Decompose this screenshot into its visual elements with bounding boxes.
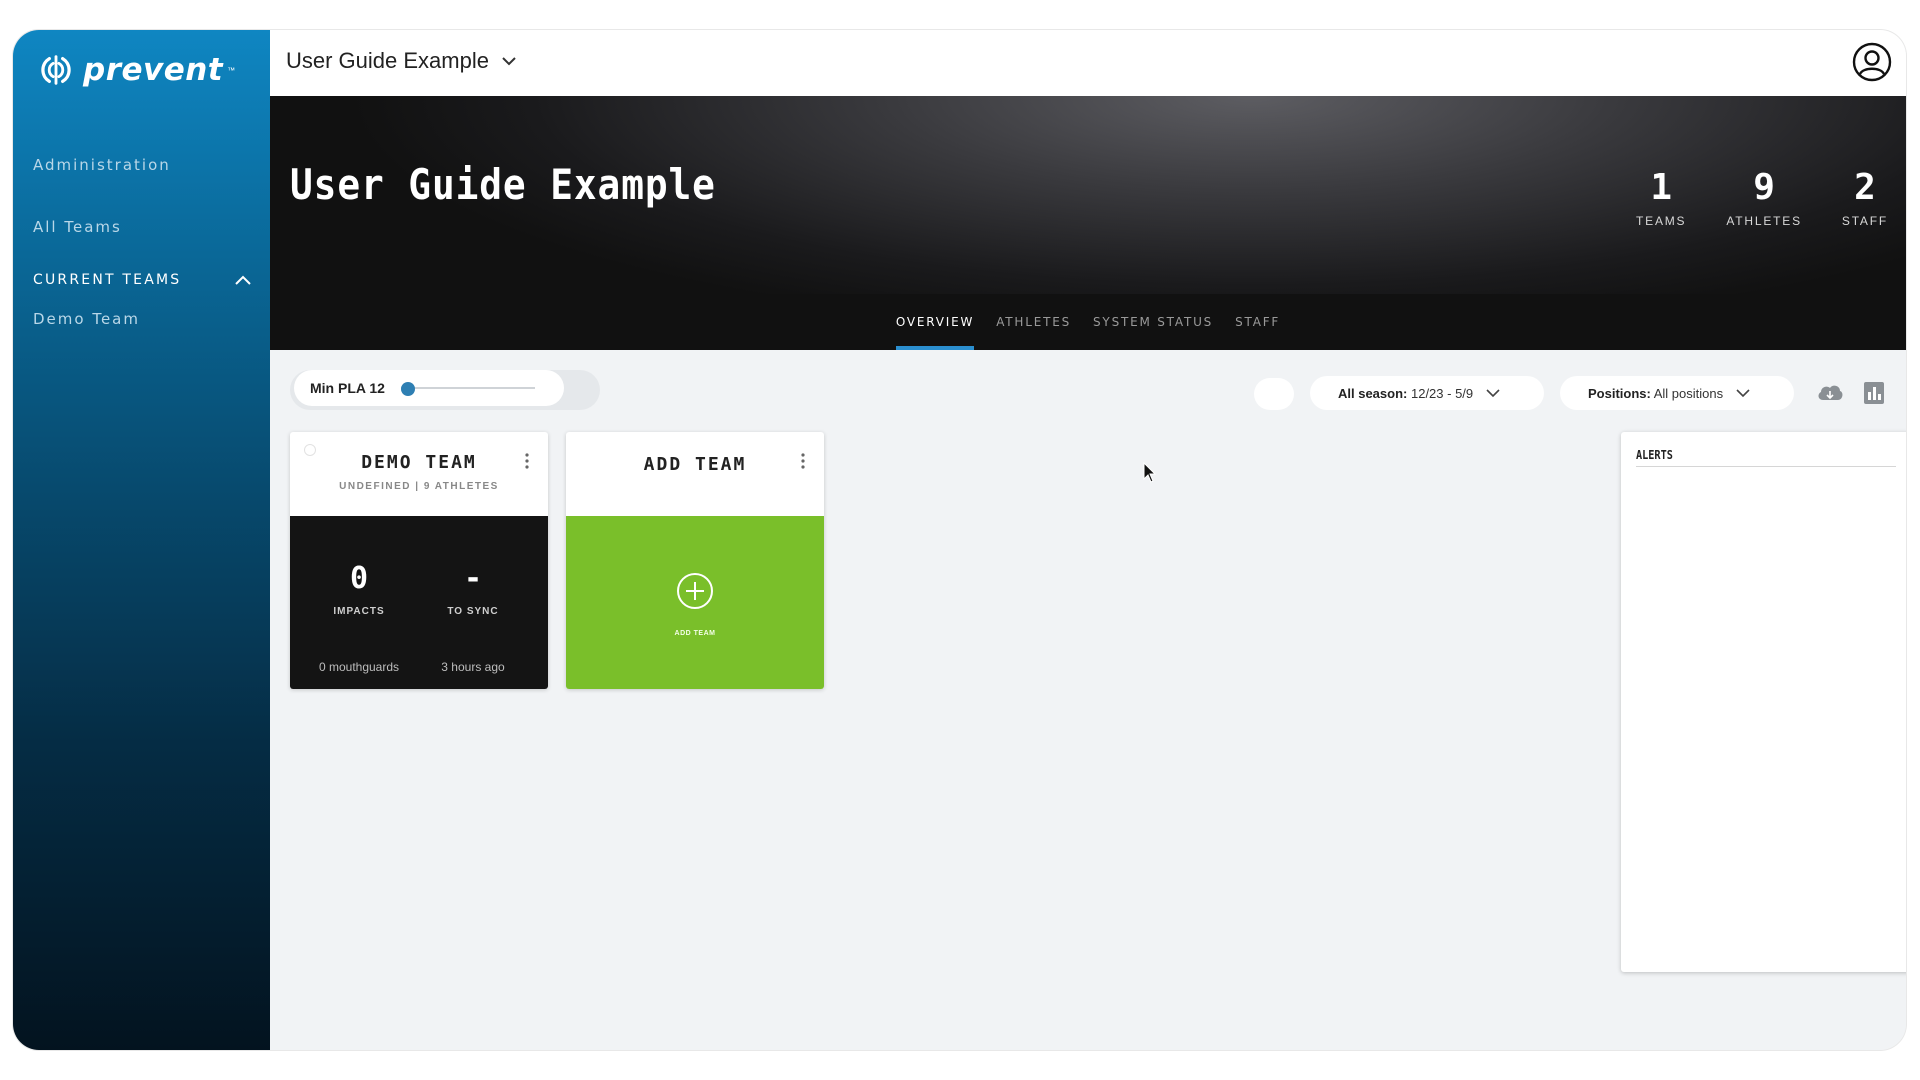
app-frame: prevent ™ Administration All Teams CURRE… [13, 30, 1906, 1050]
stat-value: 1 [1650, 167, 1673, 208]
metric-value: 0 [349, 561, 369, 596]
main-content: Min PLA 12 All season: 12/23 - 5/9 Posit… [270, 350, 1906, 1050]
sidebar-section-label: CURRENT TEAMS [33, 272, 182, 288]
logo-trademark: ™ [227, 65, 236, 75]
positions-filter[interactable]: Positions: All positions [1560, 376, 1794, 410]
team-selector-label: User Guide Example [286, 48, 489, 73]
prevent-logo-icon [41, 55, 71, 85]
hero-banner: User Guide Example 1 TEAMS 9 ATHLETES 2 … [270, 96, 1906, 294]
page-title: User Guide Example [290, 160, 716, 209]
add-team-card[interactable]: ADD TEAM ADD TEAM [566, 432, 824, 689]
season-filter[interactable]: All season: 12/23 - 5/9 [1310, 376, 1544, 410]
plus-circle-icon [677, 573, 713, 609]
team-card-subtitle: UNDEFINED | 9 ATHLETES [339, 481, 499, 492]
team-selector[interactable]: User Guide Example [286, 48, 517, 74]
alerts-title: ALERTS [1636, 448, 1673, 462]
topbar: User Guide Example [270, 30, 1906, 96]
stat-label: STAFF [1841, 214, 1888, 228]
stat-staff: 2 STAFF [1841, 167, 1888, 229]
chevron-up-icon[interactable] [235, 275, 251, 285]
sidebar: prevent ™ Administration All Teams CURRE… [13, 30, 270, 1050]
stat-teams: 1 TEAMS [1636, 167, 1687, 229]
positions-filter-value: All positions [1653, 385, 1724, 401]
stat-value: 9 [1753, 167, 1775, 208]
tab-system-status[interactable]: SYSTEM STATUS [1093, 294, 1213, 350]
bar-chart-icon[interactable] [1859, 380, 1889, 406]
sidebar-item-demo-team[interactable]: Demo Team [33, 310, 140, 328]
min-pla-slider[interactable] [400, 382, 535, 396]
logo-text: prevent [83, 52, 224, 88]
tab-athletes[interactable]: ATHLETES [996, 294, 1071, 350]
last-sync-time: 3 hours ago [441, 660, 505, 674]
min-pla-label: Min PLA 12 [310, 380, 385, 396]
tab-overview[interactable]: OVERVIEW [895, 294, 975, 350]
stat-label: ATHLETES [1726, 214, 1802, 228]
sidebar-section-current-teams[interactable]: CURRENT TEAMS [33, 272, 251, 288]
tab-bar: OVERVIEW ATHLETES SYSTEM STATUS STAFF [270, 294, 1906, 350]
cloud-download-icon[interactable] [1815, 380, 1845, 406]
alerts-panel: ALERTS [1621, 432, 1906, 972]
chevron-down-icon [1486, 389, 1500, 398]
stat-value: 2 [1854, 167, 1876, 208]
slider-track[interactable] [400, 387, 535, 389]
sidebar-item-all-teams[interactable]: All Teams [33, 218, 122, 236]
season-filter-value: 12/23 - 5/9 [1410, 385, 1474, 401]
team-card-title: DEMO TEAM [361, 452, 477, 473]
chevron-down-icon [502, 57, 516, 66]
tab-staff[interactable]: STAFF [1235, 294, 1280, 350]
alerts-divider [1636, 466, 1896, 467]
metric-value: - [463, 561, 483, 596]
kebab-menu-icon[interactable] [524, 452, 530, 470]
stat-athletes: 9 ATHLETES [1726, 167, 1802, 229]
slider-handle[interactable] [400, 382, 415, 396]
filter-placeholder[interactable] [1254, 378, 1294, 410]
team-card-stats: 0 IMPACTS - TO SYNC 0 mouthguards 3 hour… [290, 516, 548, 689]
mouse-cursor-icon [1143, 462, 1157, 483]
chevron-down-icon [1736, 389, 1750, 398]
kebab-menu-icon[interactable] [800, 452, 806, 470]
metric-to-sync: - TO SYNC [418, 561, 528, 618]
add-team-button-label: ADD TEAM [674, 630, 716, 637]
add-team-title: ADD TEAM [643, 454, 747, 475]
season-filter-label: All season: [1338, 385, 1408, 401]
positions-filter-label: Positions: [1588, 385, 1651, 401]
metric-label: TO SYNC [447, 606, 499, 617]
team-card-demo[interactable]: DEMO TEAM UNDEFINED | 9 ATHLETES 0 IMPAC… [290, 432, 548, 689]
stat-label: TEAMS [1636, 214, 1687, 228]
mouthguards-count: 0 mouthguards [318, 660, 400, 674]
min-pla-filter: Min PLA 12 [294, 370, 564, 406]
sidebar-item-administration[interactable]: Administration [33, 156, 171, 174]
metric-label: IMPACTS [333, 606, 385, 617]
logo[interactable]: prevent ™ [37, 48, 235, 92]
season-filter-text: All season: 12/23 - 5/9 [1338, 386, 1473, 401]
positions-filter-text: Positions: All positions [1588, 386, 1723, 401]
add-team-button[interactable]: ADD TEAM [566, 516, 824, 689]
stats-summary: 1 TEAMS 9 ATHLETES 2 STAFF [1636, 167, 1888, 229]
metric-impacts: 0 IMPACTS [304, 561, 414, 618]
user-avatar-icon[interactable] [1852, 42, 1892, 82]
